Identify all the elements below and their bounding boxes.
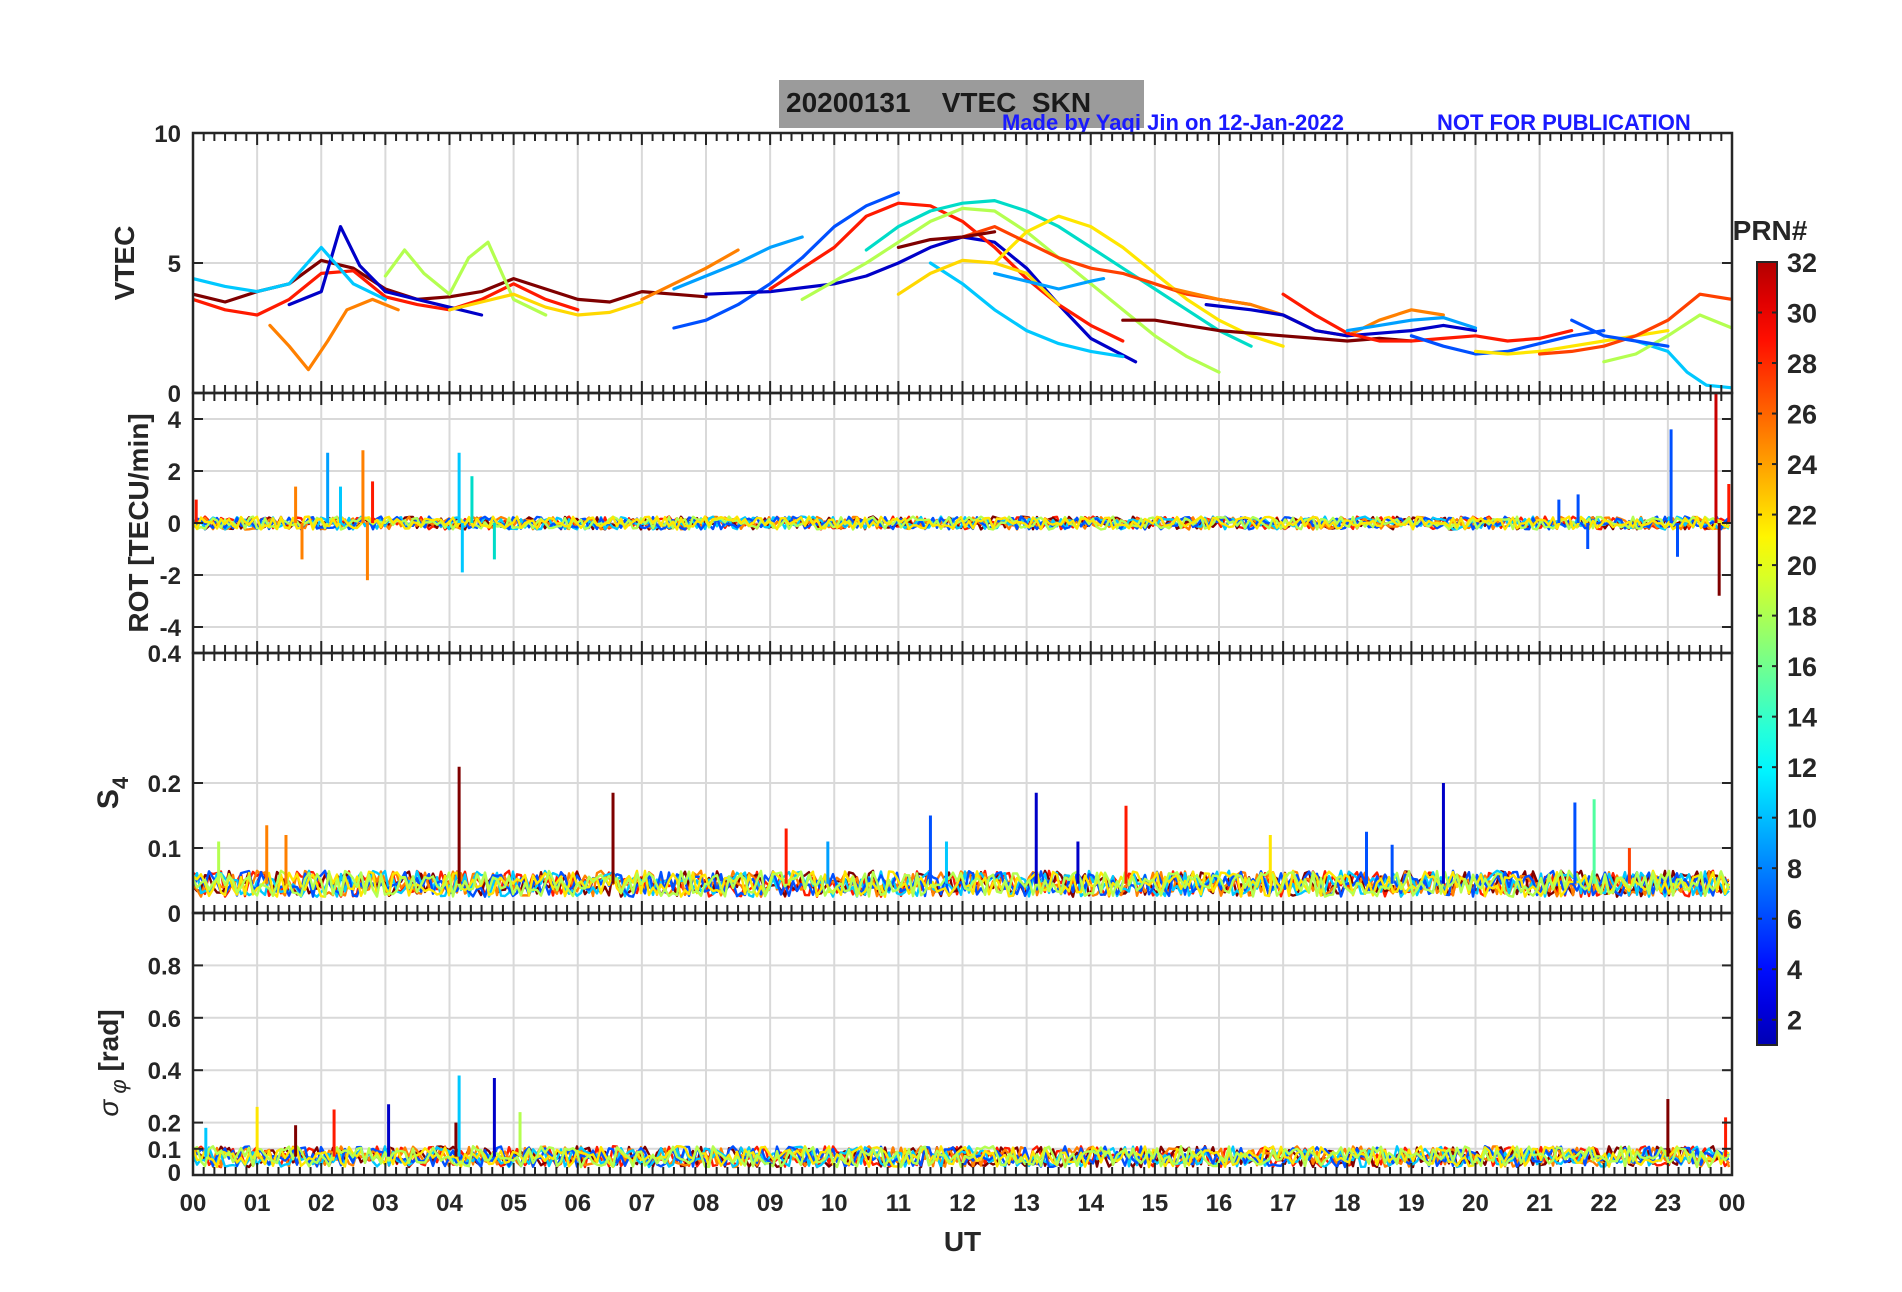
x-tick-label: 01 <box>244 1190 271 1217</box>
x-tick-label: 05 <box>500 1190 527 1217</box>
panel-sigma_phi <box>191 911 1734 1177</box>
y-axis-label: ROT [TECU/min] <box>123 413 154 632</box>
y-tick-label: 4 <box>168 407 182 434</box>
y-tick-label: 0.1 <box>148 1137 181 1164</box>
y-axis-label: VTEC <box>109 226 140 301</box>
x-tick-label: 08 <box>693 1190 720 1217</box>
data-sigma_phi <box>193 1075 1731 1169</box>
x-tick-label: 12 <box>949 1190 976 1217</box>
y-tick-label: 2 <box>168 459 181 486</box>
colorbar-tick-label: 16 <box>1787 652 1817 682</box>
x-tick-label: 11 <box>886 1190 911 1217</box>
x-axis-label: UT <box>944 1226 981 1257</box>
x-tick-label: 16 <box>1206 1190 1233 1217</box>
ionosphere-figure: 0510VTEC-4-2024ROT [TECU/min]00.10.20.4S… <box>92 121 1817 1257</box>
y-tick-label: -4 <box>160 615 182 642</box>
x-tick-label: 04 <box>436 1190 463 1217</box>
colorbar-tick-label: 18 <box>1787 602 1817 632</box>
x-tick-label: 18 <box>1334 1190 1361 1217</box>
x-tick-label: 20 <box>1462 1190 1489 1217</box>
y-tick-label: 0.2 <box>148 1111 181 1138</box>
x-tick-label: 14 <box>1077 1190 1104 1217</box>
y-tick-label: 0 <box>168 511 181 538</box>
x-tick-label: 23 <box>1655 1190 1682 1217</box>
y-tick-label: 10 <box>154 121 181 148</box>
colorbar-tick-label: 2 <box>1787 1006 1802 1036</box>
colorbar-tick-label: 32 <box>1787 248 1817 278</box>
colorbar-label: PRN# <box>1733 215 1808 246</box>
x-tick-label: 19 <box>1398 1190 1425 1217</box>
x-tick-label: 09 <box>757 1190 784 1217</box>
vtec-series-line <box>1634 339 1732 390</box>
colorbar-tick-label: 20 <box>1787 551 1817 581</box>
colorbar-tick-label: 30 <box>1787 299 1817 329</box>
panel-vtec <box>191 131 1734 395</box>
y-axis-label: S4 <box>92 776 133 809</box>
y-tick-label: 0.8 <box>148 953 181 980</box>
colorbar-tick-label: 8 <box>1787 854 1802 884</box>
vtec-series-line <box>1537 292 1732 356</box>
y-tick-label: 0.4 <box>148 1058 182 1085</box>
panel-rot <box>191 391 1734 655</box>
colorbar-tick-label: 6 <box>1787 905 1802 935</box>
data-rot <box>193 393 1731 596</box>
colorbar-tick-label: 4 <box>1787 955 1802 985</box>
colorbar-tick-label: 26 <box>1787 400 1817 430</box>
vtec-series-line <box>672 191 901 330</box>
y-axis-label: σ φ [rad] <box>93 1009 131 1116</box>
x-tick-label: 13 <box>1013 1190 1040 1217</box>
colorbar-tick-label: 24 <box>1787 450 1817 480</box>
y-tick-label: 0 <box>168 1160 181 1187</box>
vtec-series-line <box>992 271 1106 291</box>
vtec-series-line <box>864 199 1253 348</box>
x-tick-label: 06 <box>564 1190 591 1217</box>
data-s4 <box>193 766 1731 898</box>
x-tick-label: 02 <box>308 1190 335 1217</box>
x-tick-label: 22 <box>1590 1190 1617 1217</box>
x-tick-label: 00 <box>180 1190 207 1217</box>
y-tick-label: 0.1 <box>148 836 181 863</box>
y-tick-label: 0.6 <box>148 1006 181 1033</box>
colorbar-tick-label: 28 <box>1787 349 1817 379</box>
colorbar-tick-label: 12 <box>1787 753 1817 783</box>
colorbar-tick-label: 22 <box>1787 501 1817 531</box>
x-tick-label: 21 <box>1526 1190 1553 1217</box>
y-tick-label: 0.4 <box>148 641 182 668</box>
x-tick-label: 10 <box>821 1190 848 1217</box>
colorbar-tick-label: 10 <box>1787 804 1817 834</box>
y-tick-label: 0.2 <box>148 771 181 798</box>
x-tick-label: 15 <box>1142 1190 1169 1217</box>
vtec-series-line <box>268 297 400 372</box>
x-tick-label: 03 <box>372 1190 399 1217</box>
panel-s4 <box>191 651 1734 915</box>
x-tick-label: 00 <box>1719 1190 1746 1217</box>
y-tick-label: -2 <box>160 563 181 590</box>
colorbar <box>1756 261 1778 1046</box>
colorbar-tick-label: 14 <box>1787 703 1817 733</box>
y-tick-label: 5 <box>168 251 181 278</box>
vtec-series-line <box>447 292 644 317</box>
x-tick-label: 07 <box>629 1190 656 1217</box>
y-tick-label: 0 <box>168 901 181 928</box>
x-tick-label: 17 <box>1270 1190 1297 1217</box>
y-tick-label: 0 <box>168 381 181 408</box>
